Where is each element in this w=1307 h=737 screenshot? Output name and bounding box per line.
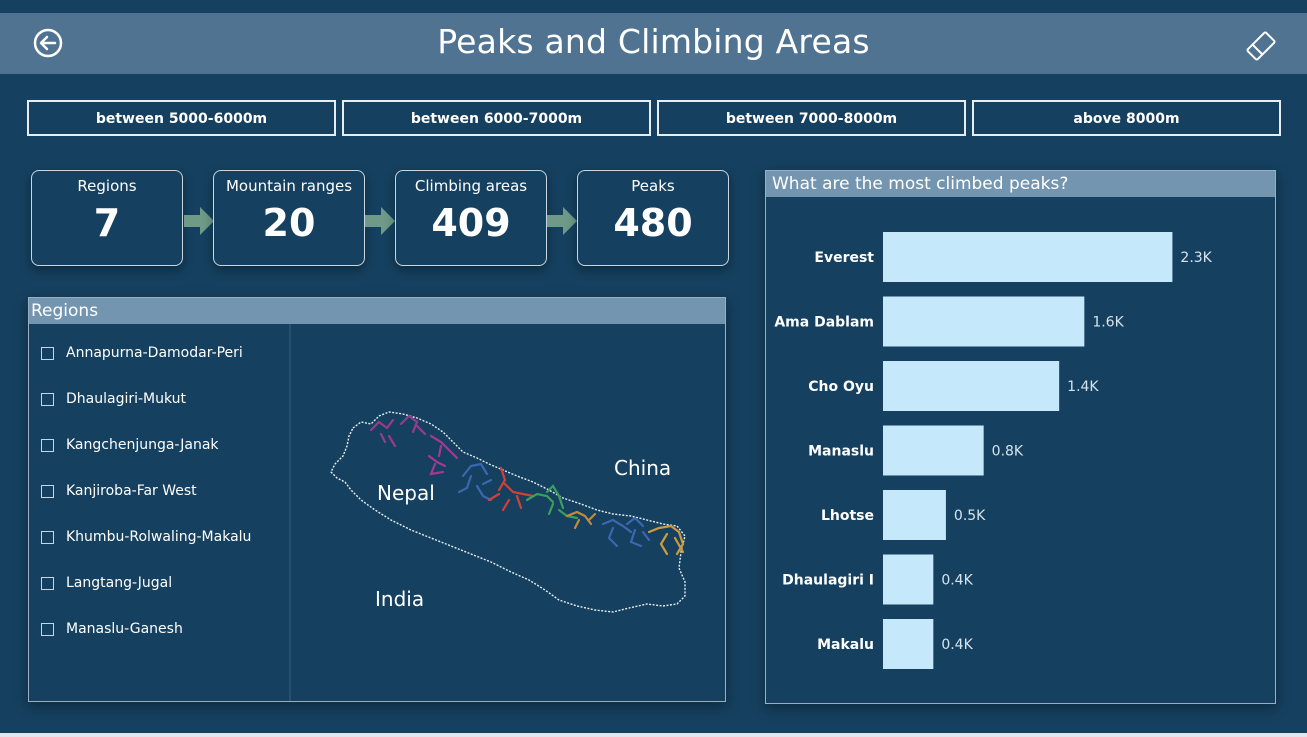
checkbox[interactable] bbox=[41, 346, 54, 360]
region-line-kangchenjunga bbox=[647, 524, 685, 556]
chart-title: What are the most climbed peaks? bbox=[766, 171, 1275, 197]
bar-makalu[interactable] bbox=[883, 619, 934, 669]
region-option-label: Dhaulagiri-Mukut bbox=[66, 391, 187, 407]
region-option[interactable]: Dhaulagiri-Mukut bbox=[41, 389, 186, 409]
data-label: 0.4K bbox=[941, 637, 973, 653]
region-option-label: Langtang-Jugal bbox=[66, 575, 173, 591]
regions-panel: Regions Annapurna-Damodar-Peri Dhaulagir… bbox=[28, 297, 726, 702]
category-label: Ama Dablam bbox=[774, 315, 874, 331]
category-label: Manaslu bbox=[808, 444, 874, 460]
most-climbed-peaks-chart: What are the most climbed peaks? Everest… bbox=[765, 170, 1276, 704]
bar-manaslu[interactable] bbox=[883, 425, 984, 476]
bar-dhaulagiri-i[interactable] bbox=[883, 554, 934, 605]
checkbox[interactable] bbox=[41, 392, 54, 406]
kpi-card-mountain-ranges: Mountain ranges 20 bbox=[213, 170, 365, 266]
map-label-china: China bbox=[614, 456, 672, 480]
region-option[interactable]: Annapurna-Damodar-Peri bbox=[41, 343, 243, 363]
kpi-label: Climbing areas bbox=[414, 177, 528, 195]
filter-5000-6000-button[interactable]: between 5000-6000m bbox=[27, 100, 336, 136]
region-line-langtang bbox=[565, 510, 597, 530]
kpi-value: 20 bbox=[262, 201, 316, 245]
kpi-value: 7 bbox=[93, 201, 121, 245]
bar-ama-dablam[interactable] bbox=[883, 296, 1085, 347]
region-line-dhaulagiri bbox=[457, 462, 493, 502]
clear-filters-button[interactable] bbox=[1243, 28, 1279, 64]
data-label: 2.3K bbox=[1180, 250, 1212, 266]
checkbox[interactable] bbox=[41, 530, 54, 544]
category-label: Cho Oyu bbox=[808, 379, 874, 395]
region-option[interactable]: Khumbu-Rolwaling-Makalu bbox=[41, 527, 251, 547]
arrow-right-icon bbox=[184, 207, 214, 235]
region-option-label: Khumbu-Rolwaling-Makalu bbox=[66, 529, 252, 545]
bar-lhotse[interactable] bbox=[883, 490, 946, 540]
region-option[interactable]: Kangchenjunga-Janak bbox=[41, 435, 219, 455]
filter-7000-8000-button[interactable]: between 7000-8000m bbox=[657, 100, 966, 136]
nepal-map[interactable]: Nepal China India bbox=[291, 324, 725, 701]
kpi-value: 409 bbox=[431, 201, 511, 245]
region-option[interactable]: Kanjiroba-Far West bbox=[41, 481, 197, 501]
map-label-nepal: Nepal bbox=[377, 481, 435, 505]
filter-6000-7000-button[interactable]: between 6000-7000m bbox=[342, 100, 651, 136]
data-label: 1.6K bbox=[1092, 315, 1124, 331]
region-option-label: Manaslu-Ganesh bbox=[66, 621, 183, 637]
kpi-label: Peaks bbox=[631, 177, 675, 195]
data-label: 0.4K bbox=[941, 573, 973, 589]
region-option-label: Annapurna-Damodar-Peri bbox=[66, 345, 243, 361]
category-label: Lhotse bbox=[821, 508, 874, 524]
region-option[interactable]: Langtang-Jugal bbox=[41, 573, 172, 593]
map-label-india: India bbox=[375, 587, 425, 611]
map-canvas bbox=[330, 411, 686, 613]
region-line-manaslu bbox=[525, 484, 579, 520]
data-label: 0.5K bbox=[954, 508, 986, 524]
page-title: Peaks and Climbing Areas bbox=[437, 22, 870, 61]
checkbox[interactable] bbox=[41, 438, 54, 452]
kpi-label: Mountain ranges bbox=[225, 177, 353, 195]
checkbox[interactable] bbox=[41, 576, 54, 590]
top-strip bbox=[0, 0, 1307, 12]
region-option[interactable]: Manaslu-Ganesh bbox=[41, 619, 183, 639]
filter-above-8000-button[interactable]: above 8000m bbox=[972, 100, 1281, 136]
region-slicer: Annapurna-Damodar-Peri Dhaulagiri-Mukut … bbox=[29, 324, 291, 701]
arrow-right-icon bbox=[547, 207, 577, 235]
region-option-label: Kanjiroba-Far West bbox=[66, 483, 197, 499]
checkbox[interactable] bbox=[41, 622, 54, 636]
data-label: 0.8K bbox=[992, 444, 1024, 460]
regions-panel-title: Regions bbox=[29, 298, 725, 324]
category-label: Makalu bbox=[817, 637, 874, 653]
bar-cho-oyu[interactable] bbox=[883, 361, 1060, 411]
region-line-annapurna bbox=[487, 466, 535, 512]
eraser-icon bbox=[1246, 31, 1276, 61]
bar-chart-canvas: Everest 2.3K Ama Dablam 1.6K Cho Oyu 1.4K Mana… bbox=[774, 232, 1213, 669]
category-label: Everest bbox=[814, 250, 874, 266]
kpi-label: Regions bbox=[77, 177, 137, 195]
category-label: Dhaulagiri I bbox=[782, 573, 874, 589]
kpi-card-climbing-areas: Climbing areas 409 bbox=[395, 170, 547, 266]
region-option-label: Kangchenjunga-Janak bbox=[66, 437, 219, 453]
arrow-right-icon bbox=[365, 207, 395, 235]
data-label: 1.4K bbox=[1067, 379, 1099, 395]
kpi-value: 480 bbox=[613, 201, 693, 245]
checkbox[interactable] bbox=[41, 484, 54, 498]
kpi-card-peaks: Peaks 480 bbox=[577, 170, 729, 266]
bar-everest[interactable] bbox=[883, 232, 1173, 282]
region-line-kanjiroba bbox=[427, 434, 459, 476]
bottom-strip bbox=[0, 733, 1307, 737]
kpi-card-regions: Regions 7 bbox=[31, 170, 183, 266]
region-line-far-west bbox=[369, 414, 427, 448]
page-header: Peaks and Climbing Areas bbox=[0, 13, 1307, 74]
region-line-khumbu bbox=[601, 516, 651, 548]
